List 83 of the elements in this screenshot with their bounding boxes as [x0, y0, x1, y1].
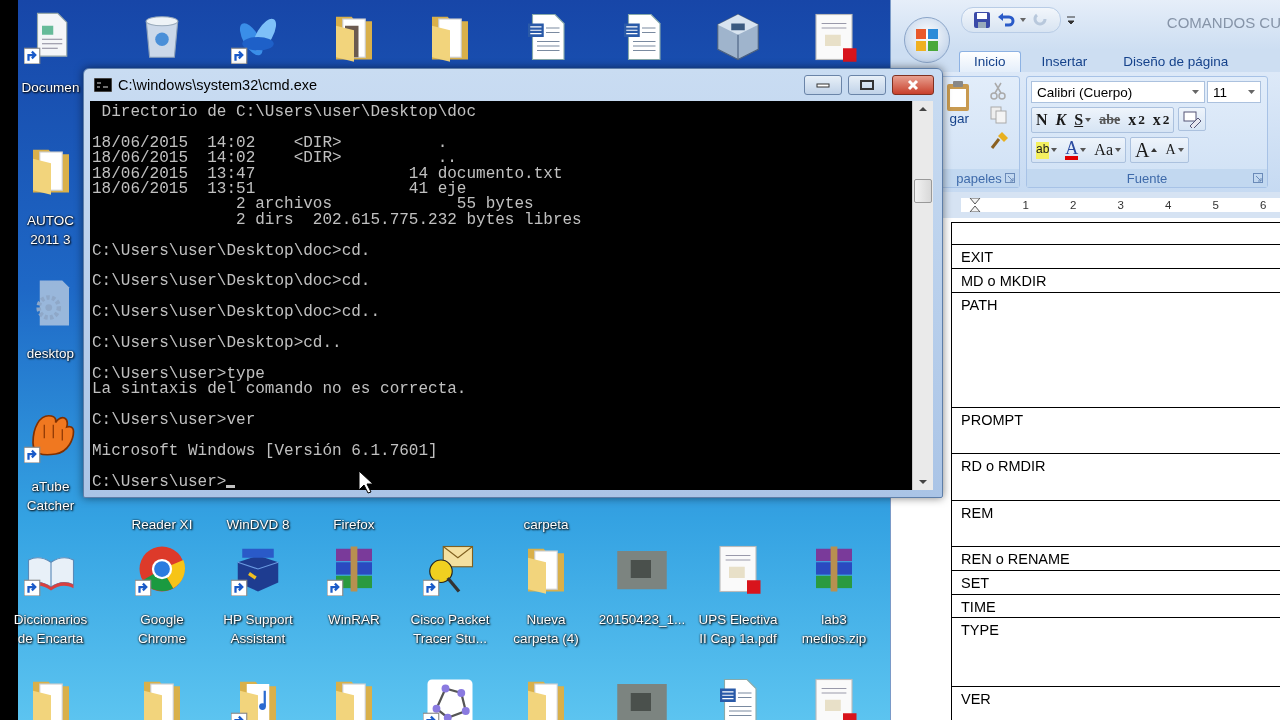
- ribbon-tab[interactable]: Diseño de página: [1108, 51, 1244, 72]
- table-cell: PATH: [961, 297, 998, 313]
- table-cell: MD o MKDIR: [961, 273, 1047, 289]
- shrink-font-button[interactable]: A: [1161, 139, 1188, 161]
- console-line: C:\Users\user>: [92, 474, 227, 490]
- ruler-number: 2: [1069, 199, 1078, 211]
- console-line: 2 dirs 202.615.775.232 bytes libres: [235, 212, 582, 229]
- format-button[interactable]: K: [1051, 109, 1071, 131]
- maximize-icon: [860, 80, 874, 90]
- desktop-shortcut[interactable]: Documen: [21, 4, 80, 137]
- four-squares-icon: [915, 28, 939, 52]
- ribbon-tab[interactable]: Insertar: [1026, 51, 1103, 72]
- caret-icon: [1151, 148, 1158, 152]
- ruler-number: 1: [1021, 199, 1030, 211]
- save-icon[interactable]: [972, 10, 992, 30]
- caret-icon[interactable]: [1248, 90, 1255, 94]
- paste-button[interactable]: gar: [943, 81, 969, 165]
- undo-icon[interactable]: [996, 10, 1016, 30]
- console-line: C:\Users\user\Desktop\doc>cd..: [92, 305, 381, 321]
- customize-toolbar-icon[interactable]: [1067, 15, 1075, 25]
- table-cell: REM: [961, 505, 994, 521]
- desktop-shortcut[interactable]: AUTOC 2011 3: [23, 137, 78, 270]
- ruler-number: 4: [1164, 199, 1173, 211]
- ruler-number: 5: [1211, 199, 1220, 211]
- table-cell: SET: [961, 575, 990, 591]
- scrollbar[interactable]: [912, 101, 933, 490]
- window-title: COMANDOS CU: [1166, 13, 1280, 31]
- icon-label: carpeta: [523, 516, 569, 534]
- maximize-button[interactable]: [848, 75, 886, 95]
- caret-icon[interactable]: [1020, 18, 1026, 22]
- font-color-button[interactable]: A: [1061, 139, 1091, 161]
- text-cursor: [226, 485, 236, 488]
- table-cell: TIME: [961, 599, 996, 615]
- console-line: 18/06/2015 13:47 14 documento.txt: [92, 166, 563, 182]
- format-button[interactable]: N: [1032, 109, 1052, 131]
- font-size-field[interactable]: 11: [1207, 81, 1261, 103]
- console-line: La sintaxis del comando no es correcta.: [92, 382, 467, 398]
- scroll-thumb[interactable]: [914, 179, 932, 203]
- console-icon: [94, 78, 112, 92]
- table-cell: REN o RENAME: [961, 551, 1070, 567]
- table-cell: TYPE: [961, 622, 999, 638]
- clear-format-button[interactable]: [1178, 107, 1207, 131]
- close-button[interactable]: [892, 75, 934, 95]
- table-cell: VER: [961, 691, 991, 707]
- caret-icon[interactable]: [1192, 90, 1199, 94]
- icon-label: Firefox: [333, 516, 375, 534]
- change-case-button[interactable]: Aa: [1090, 139, 1125, 161]
- grow-font-button[interactable]: A: [1131, 139, 1162, 161]
- desktop-shortcut[interactable]: desktop: [23, 270, 78, 403]
- table-cell: PROMPT: [961, 412, 1024, 428]
- console-line: Directorio de C:\Users\user\Desktop\doc: [100, 105, 477, 121]
- caret-icon: [1080, 148, 1087, 152]
- console-line: Microsoft Windows [Versión 6.1.7601]: [92, 443, 438, 460]
- console-line: C:\Users\user\Desktop\doc>cd.: [92, 243, 371, 260]
- ruler-number: 3: [1116, 199, 1125, 211]
- console-line: C:\Users\user\Desktop>cd..: [92, 336, 342, 352]
- console-line: 2 archivos 55 bytes: [235, 197, 534, 213]
- indent-marker-icon[interactable]: [969, 198, 981, 212]
- console-line: 18/06/2015 14:02 <DIR> ..: [92, 151, 457, 167]
- console-line: C:\Users\user\Desktop\doc>cd.: [92, 274, 371, 290]
- format-button[interactable]: S: [1070, 109, 1096, 131]
- highlight-button[interactable]: ab: [1032, 139, 1062, 161]
- group-label: papeles: [956, 170, 1002, 186]
- ribbon-tab[interactable]: Inicio: [959, 51, 1021, 72]
- window-title: C:\windows\system32\cmd.exe: [118, 77, 319, 93]
- group-label: Fuente: [1126, 170, 1168, 186]
- ruler-number: 6: [1259, 199, 1268, 211]
- close-icon: [907, 79, 919, 91]
- clipboard-icon: [947, 81, 969, 111]
- minimize-icon: [816, 82, 830, 88]
- caret-icon: [1051, 148, 1058, 152]
- caret-icon: [1085, 118, 1092, 122]
- icon-label: Reader XI: [131, 516, 193, 534]
- format-painter-icon[interactable]: [989, 129, 1011, 151]
- caret-icon: [1115, 148, 1121, 152]
- caret-icon: [1177, 148, 1184, 152]
- table-cell: EXIT: [961, 249, 994, 265]
- minimize-button[interactable]: [804, 75, 842, 95]
- format-button[interactable]: abe: [1095, 109, 1125, 131]
- console-line: C:\Users\user>ver: [92, 413, 256, 429]
- icon-label: WinDVD 8: [226, 516, 290, 534]
- font-name-field[interactable]: Calibri (Cuerpo): [1031, 81, 1205, 103]
- table-cell: RD o RMDIR: [961, 458, 1046, 474]
